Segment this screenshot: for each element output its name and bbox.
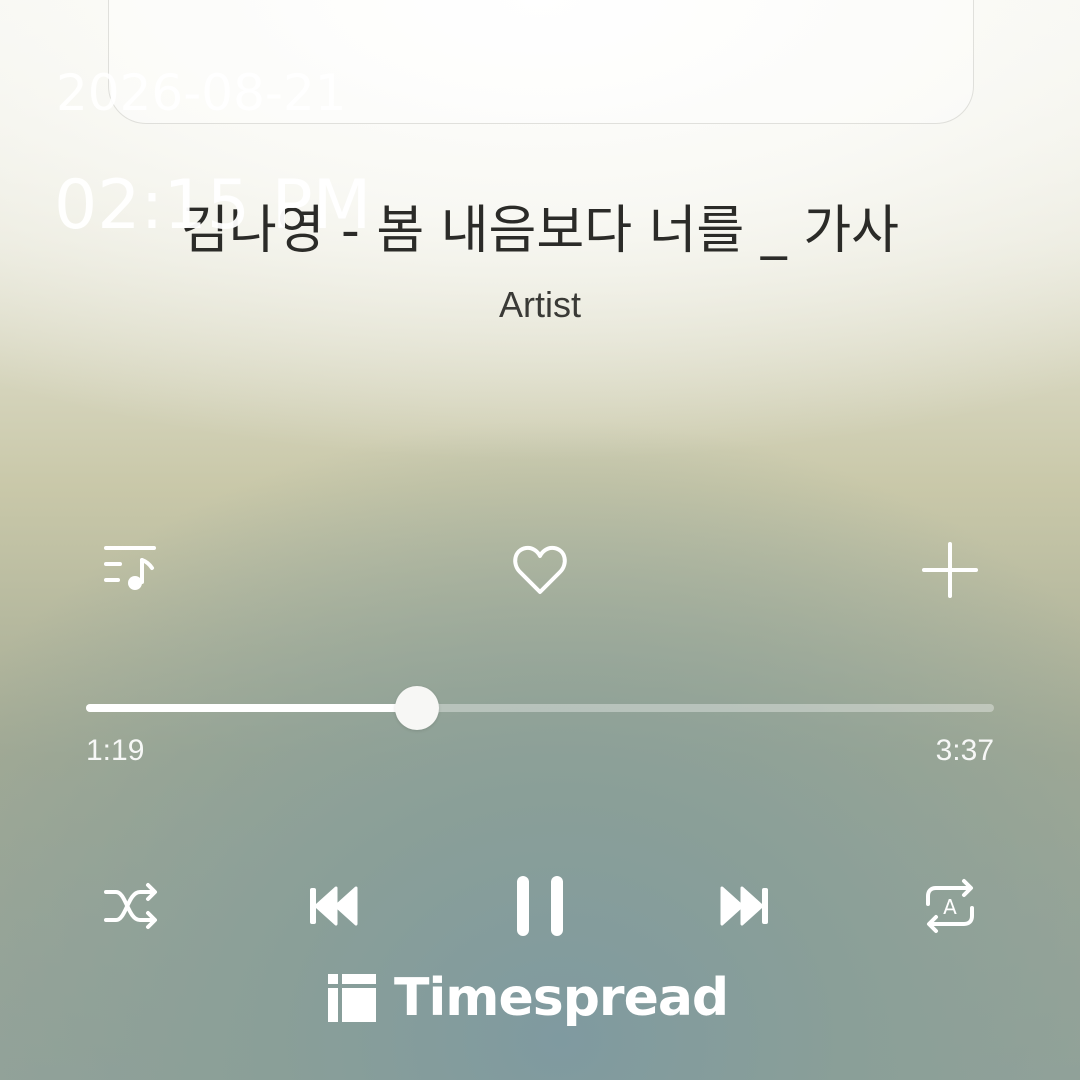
repeat-ab-icon: A xyxy=(926,879,974,933)
pause-button[interactable] xyxy=(504,870,576,942)
queue-music-icon xyxy=(104,546,156,590)
overlay-date: 2026-08-21 xyxy=(56,64,347,122)
pause-icon xyxy=(517,876,563,936)
plus-icon xyxy=(922,542,978,598)
shuffle-icon xyxy=(104,883,157,929)
add-to-playlist-button[interactable] xyxy=(918,538,982,602)
artist-name[interactable]: Artist xyxy=(0,284,1080,326)
like-button[interactable] xyxy=(508,538,572,602)
heart-icon xyxy=(513,545,567,594)
shuffle-button[interactable] xyxy=(94,870,166,942)
next-button[interactable] xyxy=(710,870,782,942)
progress-fill xyxy=(86,704,417,712)
repeat-button[interactable]: A xyxy=(914,870,986,942)
watermark-text: Timespread xyxy=(394,968,729,1028)
overlay-time: 02:15 PM xyxy=(54,166,372,245)
timespread-logo-icon xyxy=(328,974,376,1022)
previous-track-icon xyxy=(310,886,358,926)
watermark: Timespread xyxy=(328,966,729,1030)
progress-slider[interactable] xyxy=(86,686,994,730)
repeat-letter: A xyxy=(943,895,957,919)
total-duration: 3:37 xyxy=(935,734,994,767)
queue-button[interactable] xyxy=(98,538,162,602)
previous-button[interactable] xyxy=(296,870,368,942)
elapsed-time: 1:19 xyxy=(86,734,145,767)
progress-thumb[interactable] xyxy=(394,686,439,730)
next-track-icon xyxy=(720,886,768,926)
